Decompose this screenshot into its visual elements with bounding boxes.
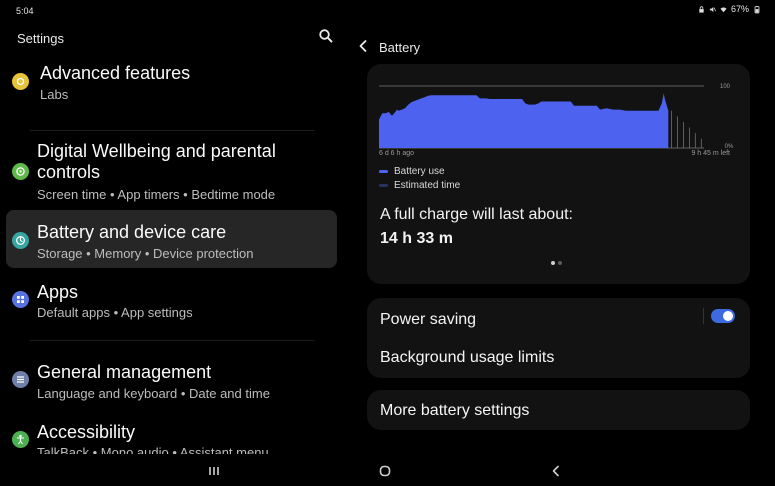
legend-battery-use: Battery use	[379, 166, 445, 177]
menu-item-subtitle: Default apps • App settings	[37, 305, 193, 320]
back-icon	[552, 465, 559, 477]
home-icon	[379, 465, 391, 477]
mute-icon	[709, 6, 716, 12]
back-arrow-icon[interactable]	[356, 38, 370, 54]
lock-icon	[699, 5, 704, 13]
menu-item-subtitle: Screen time • App timers • Bedtime mode	[37, 187, 276, 202]
menu-item-title: Battery and device care	[37, 222, 227, 242]
menu-item-title: Digital Wellbeing and parental controls	[37, 141, 276, 182]
menu-item-digital-wellbeing[interactable]: Digital Wellbeing and parental controls …	[6, 138, 337, 206]
background-usage-limits-label: Background usage limits	[380, 349, 555, 366]
legend-label: Battery use	[394, 166, 445, 177]
battery-icon	[754, 5, 760, 13]
battery-use-area	[379, 93, 669, 148]
settings-title: Settings	[17, 31, 64, 46]
menu-item-general-management[interactable]: General management Language and keyboard…	[6, 358, 337, 408]
search-icon[interactable]	[318, 28, 334, 44]
menu-item-title: Accessibility	[37, 422, 136, 442]
more-battery-settings-label: More battery settings	[380, 402, 530, 419]
apps-icon	[12, 291, 29, 308]
wifi-icon	[720, 6, 727, 12]
menu-item-title: General management	[37, 362, 212, 382]
general-management-icon	[12, 371, 29, 388]
status-icons: 67%	[698, 4, 761, 14]
x-start-label: 6 d 6 h ago	[379, 150, 415, 157]
battery-page-title: Battery	[379, 40, 421, 55]
power-saving-toggle[interactable]	[711, 309, 735, 323]
legend-label: Estimated time	[394, 180, 461, 191]
page-dot-active	[551, 261, 555, 265]
accessibility-icon	[12, 431, 29, 448]
navigation-bar	[0, 458, 775, 486]
legend-swatch	[379, 184, 388, 187]
home-button[interactable]	[375, 462, 395, 480]
battery-percent: 67%	[730, 4, 749, 14]
settings-list-pane: Settings Advanced features Labs Digital …	[0, 0, 345, 460]
menu-item-title: Advanced features	[40, 63, 191, 83]
battery-usage-chart: 100 0%	[379, 82, 737, 154]
back-button[interactable]	[546, 462, 566, 480]
advanced-features-icon	[12, 73, 29, 90]
page-indicator	[551, 261, 562, 265]
divider	[30, 130, 315, 131]
power-saving-row[interactable]: Power saving	[367, 298, 750, 338]
x-end-label: 9 h 45 m left	[691, 150, 730, 157]
battery-usage-card[interactable]: 100 0% 6 d 6 h ago 9 h 45 m left Battery…	[367, 64, 750, 284]
background-usage-limits-row[interactable]: Background usage limits	[367, 338, 750, 378]
device-care-icon	[12, 232, 29, 249]
legend-swatch	[379, 170, 388, 173]
digital-wellbeing-icon	[12, 163, 29, 180]
menu-item-subtitle: Storage • Memory • Device protection	[37, 246, 254, 261]
full-charge-value: 14 h 33 m	[380, 230, 453, 247]
toggle-knob	[723, 311, 733, 321]
menu-item-battery-device-care[interactable]: Battery and device care Storage • Memory…	[6, 210, 337, 268]
power-settings-card: Power saving Background usage limits	[367, 298, 750, 378]
menu-item-accessibility[interactable]: Accessibility TalkBack • Mono audio • As…	[6, 418, 337, 454]
menu-item-advanced-features[interactable]: Advanced features Labs	[6, 58, 337, 108]
recents-icon	[209, 467, 219, 475]
full-charge-label: A full charge will last about:	[380, 206, 573, 223]
legend-estimated-time: Estimated time	[379, 180, 460, 191]
divider	[30, 340, 315, 341]
menu-item-subtitle: Language and keyboard • Date and time	[37, 386, 270, 401]
battery-chart-svg: 100 0%	[379, 84, 734, 150]
power-saving-label: Power saving	[380, 311, 477, 328]
menu-item-subtitle: Labs	[40, 87, 69, 102]
menu-item-apps[interactable]: Apps Default apps • App settings	[6, 278, 337, 328]
menu-item-title: Apps	[37, 282, 79, 302]
page-dot	[558, 261, 562, 265]
toggle-separator	[703, 308, 704, 324]
recents-button[interactable]	[204, 462, 224, 480]
y-max-label: 100	[720, 84, 731, 90]
menu-item-subtitle: TalkBack • Mono audio • Assistant menu	[37, 445, 269, 454]
more-battery-settings-card[interactable]: More battery settings	[367, 390, 750, 430]
